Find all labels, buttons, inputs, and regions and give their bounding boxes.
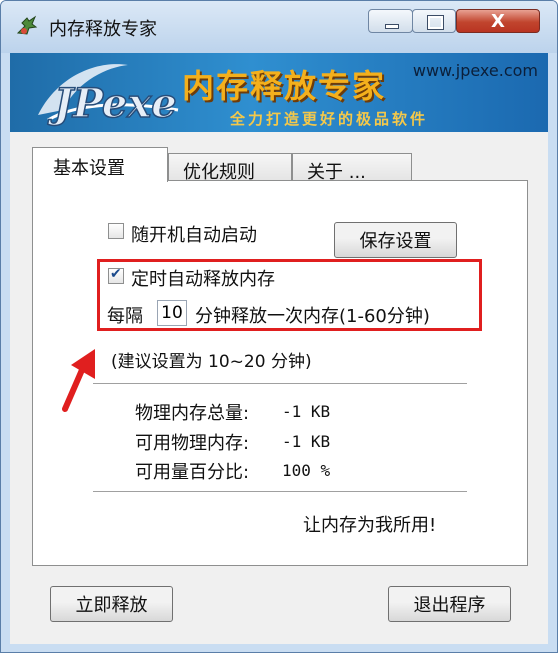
banner-slogan: 全力打造更好的极品软件 [230, 110, 429, 128]
divider-top [93, 383, 467, 387]
autostart-label[interactable]: 随开机自动启动 [131, 221, 257, 247]
timed-release-label[interactable]: 定时自动释放内存 [131, 265, 275, 291]
timed-release-checkbox[interactable] [108, 266, 124, 284]
close-icon: X [491, 11, 505, 32]
banner-url: www.jpexe.com [412, 61, 538, 80]
tab-basic-settings[interactable]: 基本设置 [32, 147, 168, 182]
percent-value: 100 % [282, 461, 331, 480]
divider-bottom [93, 491, 467, 495]
interval-suffix-label: 分钟释放一次内存(1-60分钟) [195, 306, 430, 327]
release-now-button[interactable]: 立即释放 [50, 586, 173, 622]
app-window: 内存释放专家 X JPexe 内存释放专家 www.jpexe.com 全力打造… [0, 0, 558, 653]
available-memory-value: -1 KB [282, 432, 331, 451]
banner-title: 内存释放专家 [182, 67, 387, 105]
svg-text:JPexe: JPexe [47, 80, 177, 127]
title-bar[interactable]: 内存释放专家 X [1, 1, 557, 53]
app-icon [16, 15, 38, 35]
total-memory-value: -1 KB [282, 402, 331, 421]
window-title: 内存释放专家 [49, 19, 157, 40]
available-memory-label: 可用物理内存: [135, 433, 250, 454]
total-memory-label: 物理内存总量: [135, 403, 250, 424]
exit-button[interactable]: 退出程序 [388, 586, 511, 622]
annotation-arrow-icon [62, 349, 95, 412]
close-button[interactable]: X [456, 9, 540, 33]
maximize-button[interactable] [412, 9, 456, 33]
save-settings-button[interactable]: 保存设置 [334, 222, 457, 258]
autostart-checkbox[interactable] [108, 223, 124, 239]
percent-label: 可用量百分比: [135, 462, 250, 483]
tab-optimize-rules[interactable]: 优化规则 [168, 153, 292, 183]
tagline: 让内存为我所用! [303, 515, 437, 536]
suggestion-text: (建议设置为 10~20 分钟) [111, 352, 312, 372]
banner: JPexe 内存释放专家 www.jpexe.com 全力打造更好的极品软件 [10, 53, 548, 132]
tab-about[interactable]: 关于 ... [292, 153, 412, 183]
jpexe-logo: JPexe [38, 64, 179, 128]
minimize-button[interactable] [368, 9, 413, 33]
interval-input[interactable]: 10 [157, 300, 187, 326]
interval-prefix-label: 每隔 [107, 306, 143, 327]
